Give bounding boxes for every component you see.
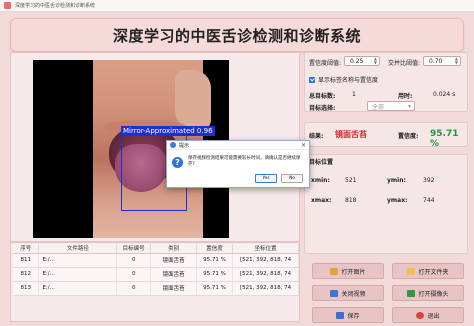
dialog-body: ? 保存视频检测结果可能需要较长时间，请确认是否继续保存? xyxy=(167,150,309,170)
dialog-title: 提示 xyxy=(179,142,190,149)
question-icon: ? xyxy=(172,156,183,168)
app-icon xyxy=(170,142,176,148)
save-confirm-dialog: 提示 ✕ ? 保存视频检测结果可能需要较长时间，请确认是否继续保存? Yes N… xyxy=(166,140,310,188)
yes-button[interactable]: Yes xyxy=(255,174,277,183)
dialog-message: 保存视频检测结果可能需要较长时间，请确认是否继续保存? xyxy=(188,156,301,167)
dialog-buttons: Yes No xyxy=(255,174,303,183)
no-button[interactable]: No xyxy=(281,174,303,183)
dialog-titlebar: 提示 ✕ xyxy=(167,141,309,150)
dialog-layer: 提示 ✕ ? 保存视频检测结果可能需要较长时间，请确认是否继续保存? Yes N… xyxy=(0,0,474,326)
close-icon[interactable]: ✕ xyxy=(301,142,306,149)
